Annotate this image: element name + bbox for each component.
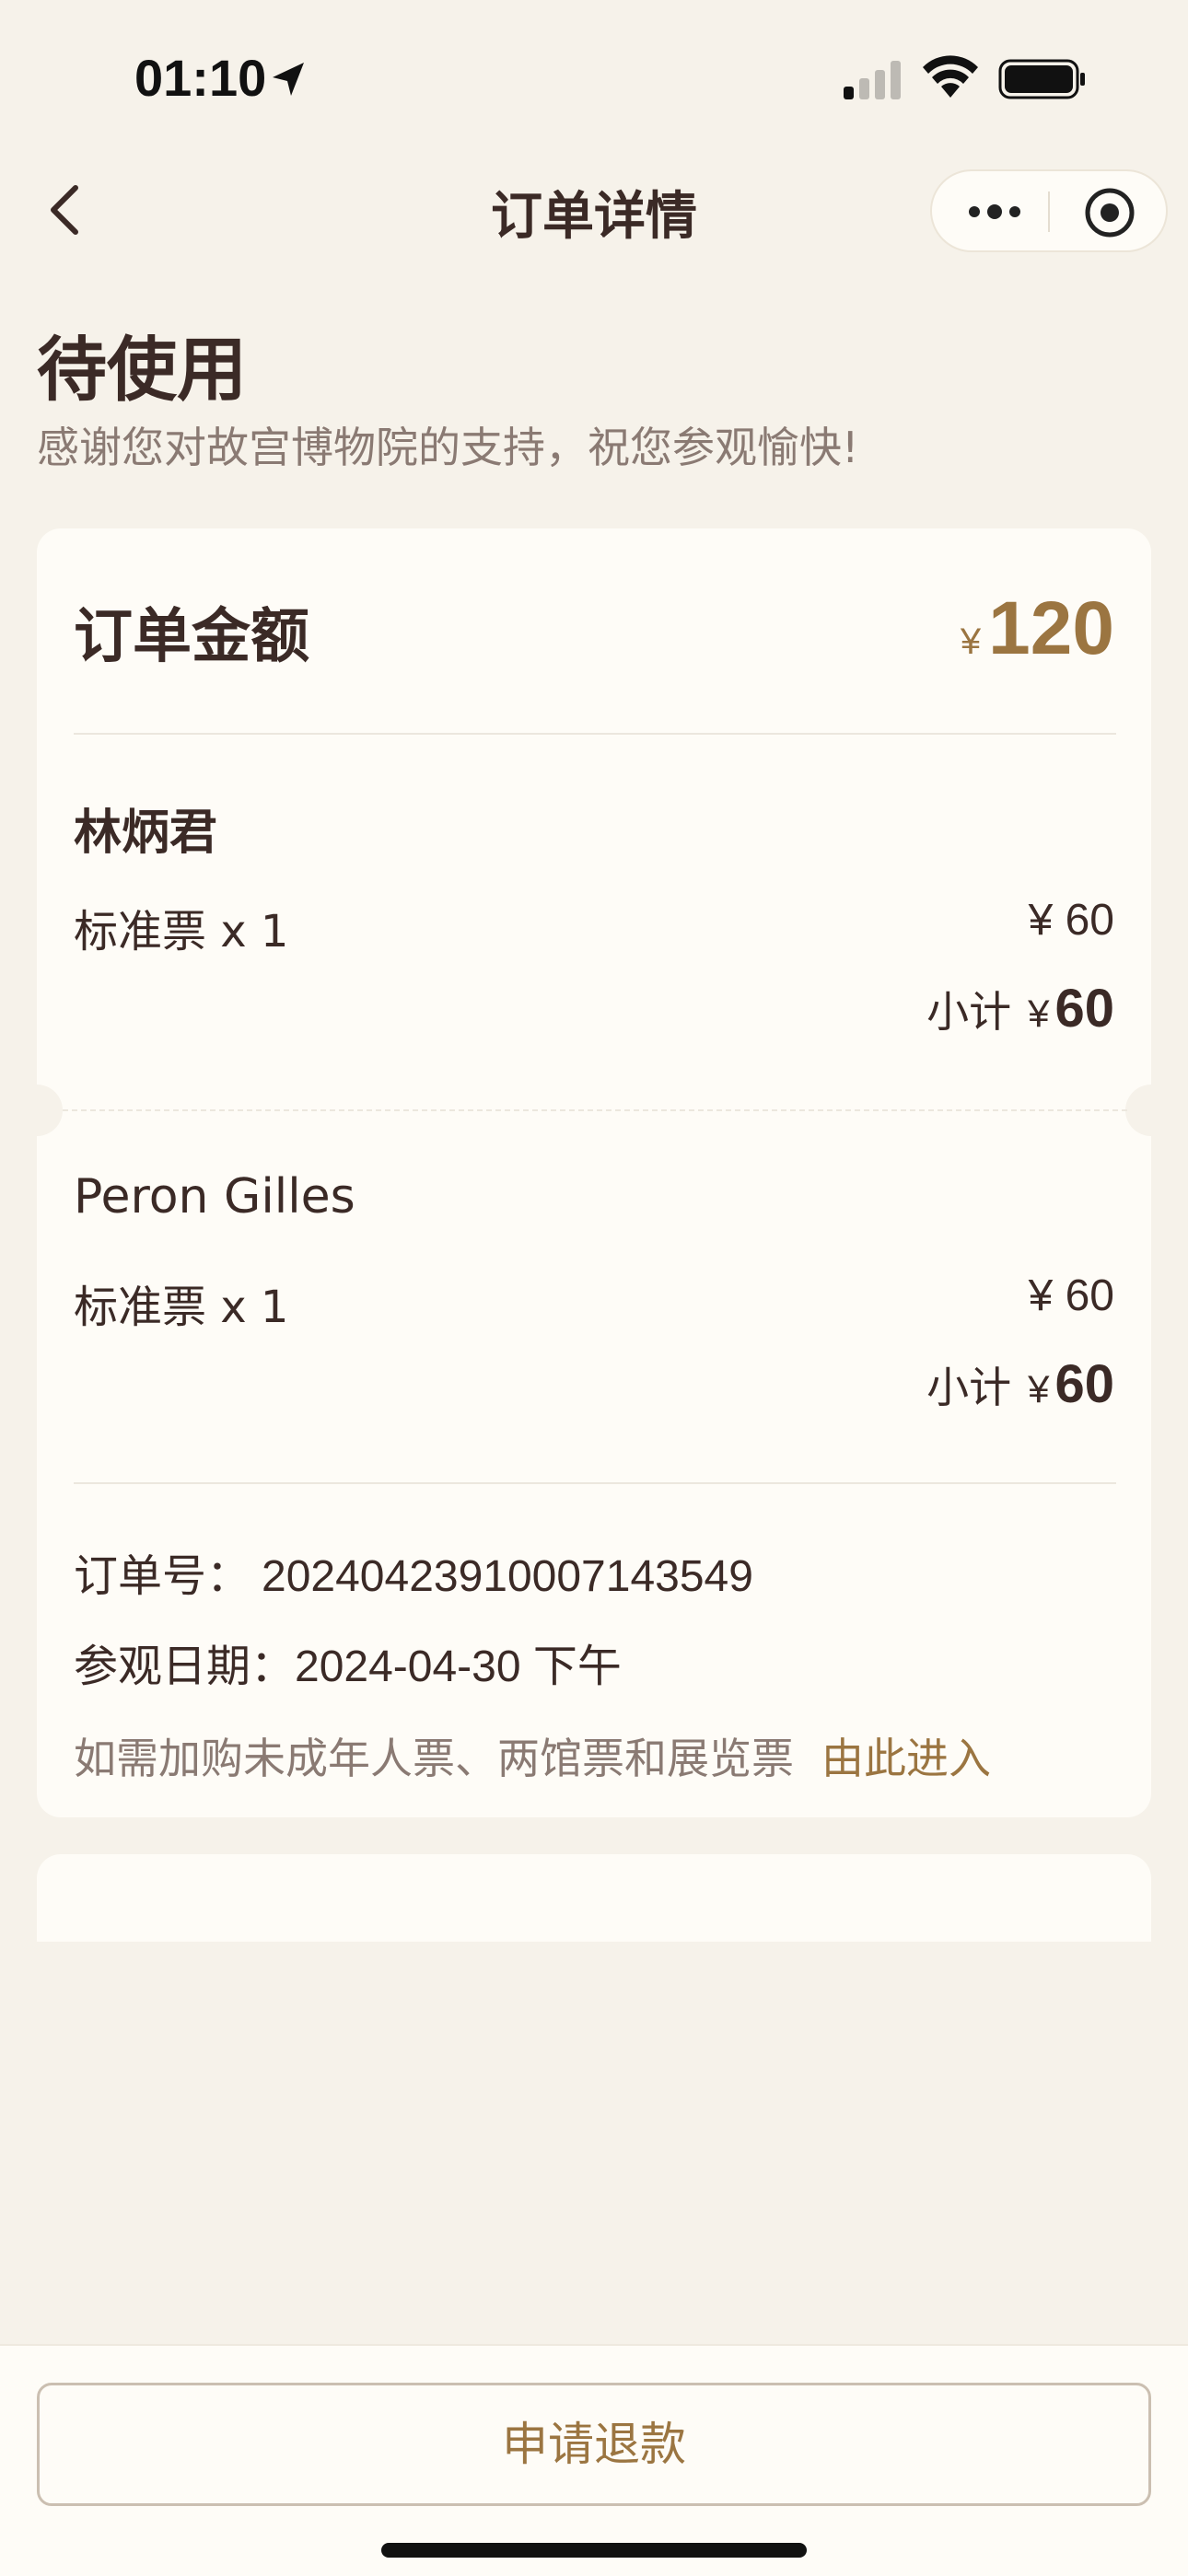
subtotal-label: 小计 [926, 987, 1012, 1037]
target-circle-icon[interactable] [1083, 186, 1136, 239]
order-number-label: 订单号： [74, 1550, 251, 1602]
ticket-price: ¥ 60 [1028, 1271, 1114, 1320]
add-on-notice: 如需加购未成年人票、两馆票和展览票 由此进入 [74, 1725, 991, 1786]
status-bar: 01:10 [0, 0, 1188, 157]
visitor-subtotal: 小计 ¥60 [926, 1353, 1114, 1415]
more-dots-icon[interactable] [965, 195, 1024, 228]
ticket-type: 标准票 x 1 [74, 1282, 289, 1333]
secondary-card [37, 1854, 1151, 1942]
visitor-name: 林炳君 [74, 806, 218, 861]
visitor-name: Peron Gilles [74, 1169, 355, 1224]
visit-date-row: 参观日期：2024-04-30 下午 [74, 1630, 622, 1694]
home-indicator [381, 2543, 807, 2558]
add-on-notice-text: 如需加购未成年人票、两馆票和展览票 [74, 1734, 794, 1783]
capsule-divider [1048, 191, 1050, 232]
subtotal-currency: ¥ [1028, 992, 1050, 1035]
location-arrow-icon [273, 63, 304, 96]
ticket-price: ¥ 60 [1028, 896, 1114, 945]
bottom-action-bar: 申请退款 [0, 2344, 1188, 2576]
subtotal-label: 小计 [926, 1363, 1012, 1412]
status-time: 01:10 [134, 49, 267, 107]
ticket-type: 标准票 x 1 [74, 906, 289, 957]
subtotal-value: 60 [1054, 1354, 1114, 1414]
divider [74, 733, 1116, 735]
order-status-title: 待使用 [37, 329, 247, 411]
visit-date: 2024-04-30 下午 [295, 1642, 622, 1691]
mini-program-capsule [930, 169, 1168, 252]
order-number: 20240423910007143549 [262, 1552, 753, 1601]
divider [74, 1482, 1116, 1484]
subtotal-currency: ¥ [1028, 1367, 1050, 1410]
order-amount-currency: ¥ [960, 621, 982, 662]
order-amount-value: 120 [988, 586, 1114, 670]
ticket-notch-left [11, 1085, 63, 1136]
order-amount: ¥120 [961, 586, 1114, 672]
ticket-notch-right [1125, 1085, 1177, 1136]
add-on-link[interactable]: 由此进入 [821, 1734, 991, 1783]
visitor-subtotal: 小计 ¥60 [926, 978, 1114, 1039]
cellular-signal-icon [844, 61, 901, 99]
visit-date-label: 参观日期： [74, 1641, 296, 1692]
refund-button[interactable]: 申请退款 [37, 2383, 1151, 2506]
wifi-icon [923, 55, 978, 98]
dashed-divider [63, 1109, 1127, 1111]
order-number-row: 订单号： 20240423910007143549 [74, 1539, 753, 1604]
battery-icon [998, 59, 1085, 99]
order-amount-label: 订单金额 [74, 602, 309, 671]
subtotal-value: 60 [1054, 979, 1114, 1039]
order-status-message: 感谢您对故宫博物院的支持，祝您参观愉快! [37, 423, 859, 472]
